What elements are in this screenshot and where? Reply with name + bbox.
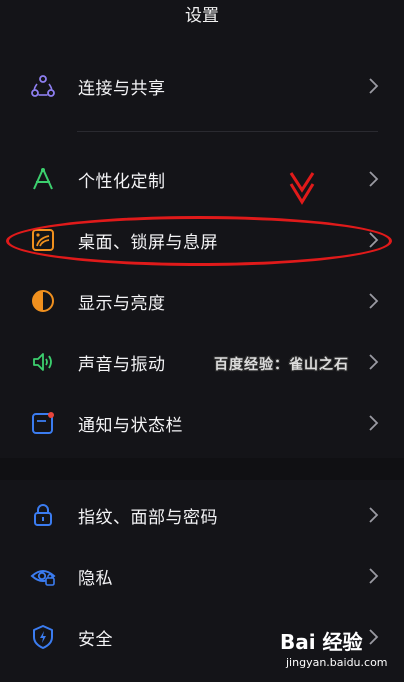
- baidu-jingyan-logo: Bai 经验 jingyan.baidu.com: [280, 626, 390, 678]
- logo-brand: Bai 经验: [280, 630, 363, 654]
- chevron-right-icon: [369, 78, 379, 94]
- chevron-right-icon: [369, 568, 379, 584]
- settings-item-privacy[interactable]: 隐私: [0, 546, 404, 606]
- page-title: 设置: [185, 6, 219, 26]
- settings-item-fingerprint-face-password[interactable]: 指纹、面部与密码: [0, 485, 404, 545]
- chevron-right-icon: [369, 293, 379, 309]
- settings-item-desktop-lockscreen[interactable]: 桌面、锁屏与息屏: [0, 210, 404, 270]
- section-separator: [0, 458, 404, 480]
- settings-item-label: 安全: [78, 629, 113, 650]
- settings-item-label: 隐私: [78, 568, 113, 589]
- lock-icon: [30, 502, 56, 528]
- watermark-text: 百度经验：雀山之石: [214, 357, 349, 373]
- settings-item-connection-sharing[interactable]: 连接与共享: [0, 56, 404, 116]
- divider: [77, 131, 378, 132]
- chevron-right-icon: [369, 171, 379, 187]
- settings-item-label: 显示与亮度: [78, 293, 166, 314]
- settings-item-label: 指纹、面部与密码: [78, 507, 218, 528]
- settings-item-label: 个性化定制: [78, 171, 166, 192]
- settings-item-notifications-statusbar[interactable]: 通知与状态栏: [0, 393, 404, 453]
- contrast-icon: [30, 288, 56, 314]
- settings-item-label: 连接与共享: [78, 78, 166, 99]
- notification-icon: [30, 410, 56, 436]
- speaker-icon: [30, 349, 56, 375]
- shield-icon: [30, 624, 56, 650]
- chevron-right-icon: [369, 507, 379, 523]
- arrow-down-icon: [289, 172, 315, 205]
- wallpaper-icon: [30, 227, 56, 253]
- logo-url: jingyan.baidu.com: [286, 656, 388, 669]
- chevron-right-icon: [369, 232, 379, 248]
- settings-item-label: 通知与状态栏: [78, 415, 183, 436]
- settings-item-label: 声音与振动: [78, 354, 166, 375]
- settings-item-display-brightness[interactable]: 显示与亮度: [0, 271, 404, 331]
- settings-item-personalization[interactable]: 个性化定制: [0, 149, 404, 209]
- settings-item-label: 桌面、锁屏与息屏: [78, 232, 218, 253]
- chevron-right-icon: [369, 415, 379, 431]
- share-nodes-icon: [30, 73, 56, 99]
- privacy-eye-icon: [30, 563, 56, 589]
- compass-icon: [30, 166, 56, 192]
- chevron-right-icon: [369, 354, 379, 370]
